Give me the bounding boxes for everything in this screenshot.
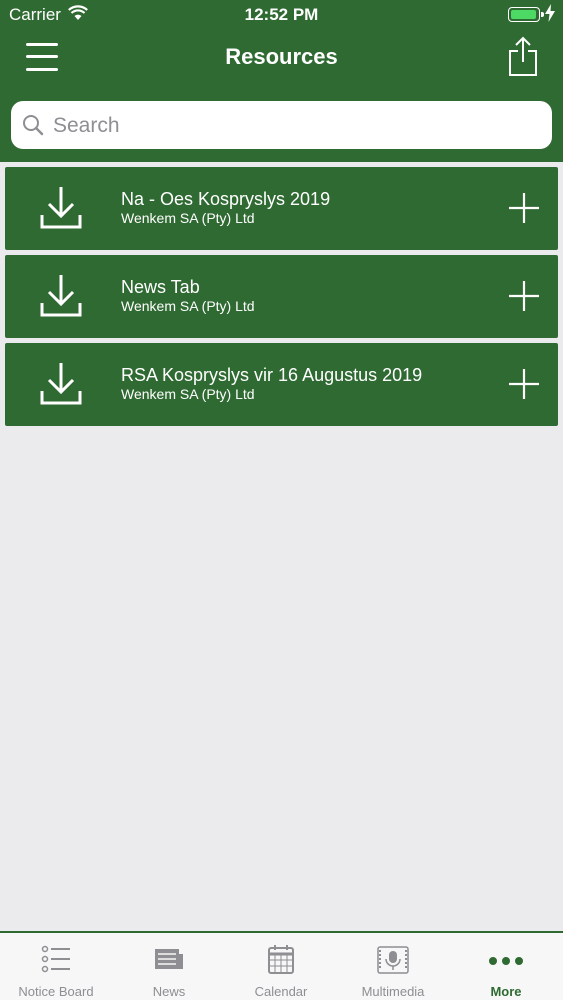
- resource-list: Na - Oes Kospryslys 2019 Wenkem SA (Pty)…: [5, 167, 558, 431]
- download-icon[interactable]: [40, 273, 82, 322]
- share-icon: [509, 36, 537, 76]
- list-icon: [0, 945, 112, 975]
- tab-label: Calendar: [254, 984, 308, 999]
- resource-title: RSA Kospryslys vir 16 Augustus 2019: [121, 365, 423, 385]
- tab-label: More: [490, 984, 522, 999]
- resource-subtitle: Wenkem SA (Pty) Ltd: [121, 386, 255, 402]
- app-header: Carrier 12:52 PM Resources: [0, 0, 563, 162]
- status-bar: Carrier 12:52 PM: [0, 0, 563, 30]
- page-title: Resources: [225, 44, 338, 69]
- resource-item[interactable]: Na - Oes Kospryslys 2019 Wenkem SA (Pty)…: [5, 167, 558, 250]
- download-icon[interactable]: [40, 185, 82, 234]
- tab-notice-board[interactable]: Notice Board: [0, 933, 112, 1000]
- tab-bar: Notice Board News Calendar Multimedia Mo…: [0, 931, 563, 1000]
- calendar-icon: [225, 945, 337, 975]
- search-bar[interactable]: [11, 101, 552, 149]
- search-input[interactable]: [51, 107, 535, 145]
- plus-icon[interactable]: [508, 280, 540, 317]
- resource-title: News Tab: [121, 277, 200, 297]
- battery-icon: [508, 7, 544, 22]
- tab-news[interactable]: News: [113, 933, 225, 1000]
- tab-label: Notice Board: [18, 984, 94, 999]
- tab-label: News: [152, 984, 186, 999]
- newspaper-icon: [113, 945, 225, 975]
- resource-subtitle: Wenkem SA (Pty) Ltd: [121, 210, 255, 226]
- plus-icon[interactable]: [508, 192, 540, 229]
- charging-bolt-icon: [545, 4, 555, 27]
- microphone-icon: [337, 945, 449, 975]
- battery-fill: [511, 10, 536, 19]
- tab-multimedia[interactable]: Multimedia: [337, 933, 449, 1000]
- resource-item[interactable]: RSA Kospryslys vir 16 Augustus 2019 Wenk…: [5, 343, 558, 426]
- tab-label: Multimedia: [361, 984, 425, 999]
- search-icon: [22, 114, 44, 141]
- tab-more[interactable]: More: [450, 933, 562, 1000]
- more-icon: [450, 945, 562, 975]
- resource-title: Na - Oes Kospryslys 2019: [121, 189, 331, 209]
- status-time: 12:52 PM: [244, 5, 319, 24]
- resource-subtitle: Wenkem SA (Pty) Ltd: [121, 298, 255, 314]
- plus-icon[interactable]: [508, 368, 540, 405]
- download-icon[interactable]: [40, 361, 82, 410]
- share-button[interactable]: [506, 36, 540, 78]
- tab-calendar[interactable]: Calendar: [225, 933, 337, 1000]
- resource-item[interactable]: News Tab Wenkem SA (Pty) Ltd: [5, 255, 558, 338]
